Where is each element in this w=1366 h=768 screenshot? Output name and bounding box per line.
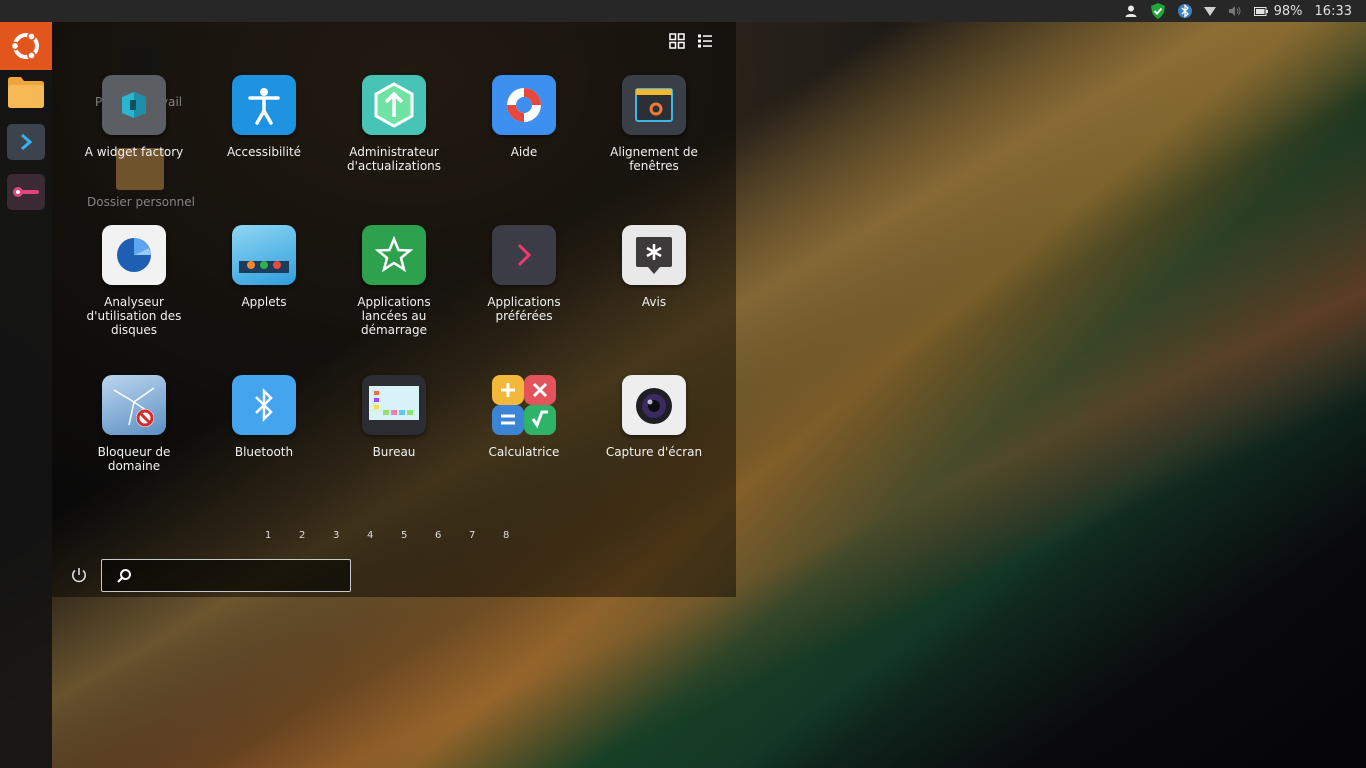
startup-apps-icon [362, 225, 426, 285]
shield-check-icon[interactable] [1150, 0, 1166, 22]
power-icon[interactable] [70, 566, 88, 584]
toggle-switch-icon [13, 187, 39, 197]
app-label: Applications préférées [487, 295, 561, 323]
launcher-terminal[interactable] [7, 124, 45, 160]
app-startup[interactable]: Applications lancées au démarrage [334, 225, 454, 337]
launcher-toggle-app[interactable] [7, 174, 45, 210]
page-number[interactable]: 4 [367, 530, 401, 541]
window-align-icon [622, 75, 686, 135]
app-window-align[interactable]: Alignement de fenêtres [594, 75, 714, 173]
page-number[interactable]: 8 [503, 530, 537, 541]
app-label: A widget factory [84, 145, 184, 159]
clock[interactable]: 16:33 [1315, 0, 1352, 22]
app-accessibility[interactable]: Accessibilité [204, 75, 324, 159]
battery-icon[interactable] [1253, 0, 1268, 22]
folder-icon [8, 77, 44, 108]
grid-view-icon[interactable] [668, 32, 686, 50]
app-label: Applications lancées au démarrage [357, 295, 431, 337]
help-lifebuoy-icon [492, 75, 556, 135]
app-applets[interactable]: Applets [204, 225, 324, 309]
search-icon [117, 568, 131, 583]
page-number[interactable]: 2 [299, 530, 333, 541]
app-domain-blocker[interactable]: Bloqueur de domaine [74, 375, 194, 473]
calculator-icon [492, 375, 556, 435]
page-number[interactable]: 3 [333, 530, 367, 541]
app-notices[interactable]: Avis [594, 225, 714, 309]
domain-blocker-icon [102, 375, 166, 435]
launcher-files[interactable] [7, 74, 45, 110]
screenshot-camera-icon [622, 375, 686, 435]
user-icon[interactable] [1124, 0, 1138, 22]
chevron-right-icon [21, 133, 33, 151]
applets-icon [232, 225, 296, 285]
top-panel: 98% 16:33 [0, 0, 1366, 22]
app-label: Applets [241, 295, 287, 309]
widget-factory-icon [102, 75, 166, 135]
app-label: Bloqueur de domaine [97, 445, 171, 473]
accessibility-icon [232, 75, 296, 135]
page-number[interactable]: 7 [469, 530, 503, 541]
app-label: Capture d'écran [605, 445, 703, 459]
disk-usage-icon [102, 225, 166, 285]
volume-icon[interactable] [1228, 0, 1242, 22]
page-number[interactable]: 6 [435, 530, 469, 541]
app-update-manager[interactable]: Administrateur d'actualizations [334, 75, 454, 173]
ghost-home-folder-label: Dossier personnel [87, 195, 196, 209]
app-label: Aide [510, 145, 538, 159]
app-label: Avis [641, 295, 667, 309]
list-view-icon[interactable] [696, 32, 714, 50]
app-widget-factory[interactable]: A widget factory [74, 75, 194, 159]
page-number[interactable]: 1 [265, 530, 299, 541]
battery-percent[interactable]: 98% [1274, 0, 1303, 22]
wifi-icon[interactable] [1203, 0, 1216, 22]
bluetooth-app-icon [232, 375, 296, 435]
app-disk-usage[interactable]: Analyseur d'utilisation des disques [74, 225, 194, 337]
app-label: Calculatrice [488, 445, 560, 459]
app-desktop[interactable]: Bureau [334, 375, 454, 459]
app-label: Alignement de fenêtres [610, 145, 698, 173]
search-box[interactable] [101, 559, 351, 592]
app-label: Bluetooth [234, 445, 294, 459]
desktop-app-icon [362, 375, 426, 435]
app-calculator[interactable]: Calculatrice [464, 375, 584, 459]
ubuntu-dash-button[interactable] [0, 22, 52, 70]
app-bluetooth[interactable]: Bluetooth [204, 375, 324, 459]
app-label: Administrateur d'actualizations [346, 145, 442, 173]
app-label: Bureau [372, 445, 416, 459]
ubuntu-logo-icon [10, 32, 39, 60]
app-label: Analyseur d'utilisation des disques [86, 295, 182, 337]
app-help[interactable]: Aide [464, 75, 584, 159]
bluetooth-icon[interactable] [1177, 0, 1192, 22]
notices-icon [622, 225, 686, 285]
page-number[interactable]: 5 [401, 530, 435, 541]
app-preferred[interactable]: Applications préférées [464, 225, 584, 323]
app-label: Accessibilité [226, 145, 302, 159]
app-screenshot[interactable]: Capture d'écran [594, 375, 714, 459]
search-input[interactable] [138, 567, 342, 584]
update-manager-icon [362, 75, 426, 135]
preferred-apps-icon [492, 225, 556, 285]
page-indicator: 1 2 3 4 5 6 7 8 [265, 530, 537, 541]
launcher [0, 22, 52, 768]
